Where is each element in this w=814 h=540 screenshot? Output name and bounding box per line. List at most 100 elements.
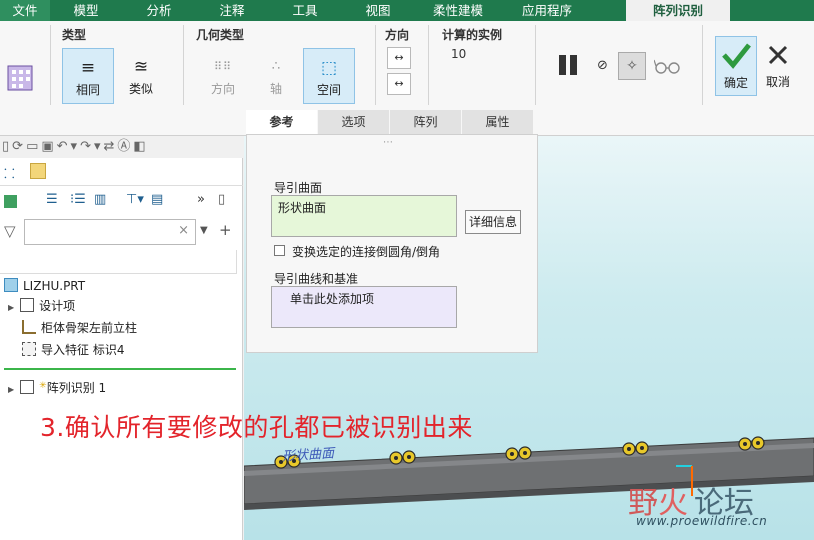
- menu-bar: 文件 模型 分析 注释 工具 视图 柔性建模 应用程序 阵列识别: [0, 0, 814, 21]
- regenerate-icon[interactable]: ⟳: [12, 139, 26, 154]
- tree-table-icon[interactable]: ▥: [94, 192, 106, 207]
- check-icon: [722, 43, 751, 69]
- ribbon-separator: [375, 25, 376, 105]
- panel-grip[interactable]: ⋯: [383, 137, 393, 148]
- menu-analysis[interactable]: 分析: [122, 0, 196, 21]
- expand-icon[interactable]: ▶: [8, 303, 14, 312]
- annotation-icon[interactable]: Ⓐ: [117, 139, 133, 154]
- guide-curves-label: 导引曲线和基准: [274, 272, 359, 286]
- menu-flexible-modeling[interactable]: 柔性建模: [414, 0, 502, 21]
- tree-root[interactable]: LIZHU.PRT: [4, 276, 85, 296]
- tutorial-caption: 3.确认所有要修改的孔都已被识别出来: [40, 413, 473, 442]
- watermark-url: www.proewildfire.cn: [636, 514, 768, 528]
- tree-search-input[interactable]: ×: [24, 219, 196, 245]
- design-items-icon: [20, 298, 35, 312]
- no-preview-icon[interactable]: ⊘: [597, 58, 608, 73]
- search-dropdown-icon[interactable]: ▼: [200, 225, 208, 236]
- transform-rounds-checkbox[interactable]: [274, 245, 285, 256]
- switch-icon[interactable]: ⇄: [104, 139, 118, 154]
- menu-tools[interactable]: 工具: [268, 0, 342, 21]
- ribbon-separator: [183, 25, 184, 105]
- tree-settings-icon[interactable]: ▤: [151, 192, 163, 207]
- confirm-button[interactable]: 确定: [715, 36, 757, 96]
- menu-applications[interactable]: 应用程序: [502, 0, 592, 21]
- geometry-preview-icon[interactable]: ✧: [618, 52, 646, 80]
- calc-instances-label: 计算的实例: [442, 28, 503, 42]
- guide-curves-collector[interactable]: 单击此处添加项: [271, 286, 457, 328]
- transform-rounds-label: 变换选定的连接倒圆角/倒角: [292, 245, 441, 259]
- folder-browser-tab-icon[interactable]: [30, 163, 46, 179]
- type-group-label: 类型: [62, 28, 87, 42]
- details-button[interactable]: 详细信息: [465, 210, 521, 234]
- surface-label: 形状曲面: [281, 446, 335, 465]
- tree-filter-icon[interactable]: ⊤▾: [126, 192, 144, 207]
- geometry-axis-button[interactable]: ∴ 轴: [250, 48, 302, 104]
- direction-group-label: 方向: [385, 28, 410, 42]
- save-icon[interactable]: ▣: [41, 139, 56, 154]
- tab-pattern[interactable]: 阵列: [390, 110, 462, 134]
- tab-properties[interactable]: 属性: [462, 110, 534, 134]
- axis-pattern-icon: ∴: [271, 59, 281, 74]
- panel-divider: [0, 250, 237, 274]
- type-similar-button[interactable]: ≊ 类似: [115, 48, 167, 104]
- guide-surface-collector[interactable]: 形状曲面: [271, 195, 457, 237]
- pause-icon[interactable]: [557, 54, 581, 76]
- menu-view[interactable]: 视图: [342, 0, 414, 21]
- menu-pattern-recognition[interactable]: 阵列识别: [626, 0, 730, 21]
- coordinate-system-icon: [22, 320, 36, 334]
- tree-columns-icon[interactable]: ⁝☰: [70, 192, 86, 207]
- menu-spacer: [592, 0, 626, 21]
- references-panel: ⋯ 导引曲面 形状曲面 详细信息 变换选定的连接倒圆角/倒角 导引曲线和基准 单…: [246, 134, 538, 353]
- add-icon[interactable]: +: [219, 221, 232, 239]
- menu-file[interactable]: 文件: [0, 0, 50, 21]
- import-feature-icon: [22, 342, 36, 356]
- direction-grid-icon: ⠿⠿: [213, 60, 233, 73]
- new-icon[interactable]: ▯: [2, 139, 12, 154]
- ribbon-separator: [50, 25, 51, 105]
- identical-icon: ≡: [80, 58, 96, 78]
- expand-icon[interactable]: ▶: [8, 385, 14, 394]
- undo-icon[interactable]: ↶▾: [57, 139, 80, 154]
- tree-list-icon[interactable]: ☰: [46, 192, 58, 207]
- ribbon-separator: [702, 25, 703, 105]
- display-icon[interactable]: ◧: [133, 139, 148, 154]
- ribbon-separator: [535, 25, 536, 105]
- tab-options[interactable]: 选项: [318, 110, 390, 134]
- verify-glasses-icon[interactable]: [653, 57, 682, 75]
- space-icon: ⬚: [320, 58, 338, 78]
- tree-item-import-feature[interactable]: 导入特征 标识4: [22, 340, 124, 360]
- menu-model[interactable]: 模型: [50, 0, 122, 21]
- clear-icon[interactable]: ×: [178, 223, 189, 238]
- more-icon[interactable]: »: [197, 192, 205, 207]
- quick-access-toolbar: ▯⟳▭▣↶▾↷▾⇄Ⓐ◧: [0, 136, 246, 158]
- guide-surface-label: 导引曲面: [274, 181, 323, 195]
- tab-references[interactable]: 参考: [246, 110, 318, 134]
- geometry-group-label: 几何类型: [196, 28, 245, 42]
- insert-indicator[interactable]: [4, 368, 236, 370]
- calc-instances-value: 10: [451, 47, 467, 61]
- geometry-direction-button[interactable]: ⠿⠿ 方向: [197, 48, 249, 104]
- tree-item-skeleton-column[interactable]: 柜体骨架左前立柱: [22, 318, 137, 338]
- direction-flip-2-button[interactable]: ↔: [387, 73, 411, 95]
- pattern-recognition-icon: [5, 61, 37, 93]
- tree-doc-icon[interactable]: ▯: [218, 192, 225, 207]
- tree-item-pattern-recognition[interactable]: ▶ ✳阵列识别 1: [8, 376, 106, 396]
- direction-flip-1-button[interactable]: ↔: [387, 47, 411, 69]
- new-star-icon: ✳: [39, 381, 47, 391]
- menu-annotate[interactable]: 注释: [196, 0, 268, 21]
- panel-tabs: ⸬: [0, 160, 243, 186]
- tree-item-design-items[interactable]: ▶ 设计项: [8, 296, 75, 316]
- dashboard-tabs: 参考 选项 阵列 属性: [246, 110, 534, 134]
- model-tree-tab-icon[interactable]: ⸬: [4, 164, 15, 182]
- open-icon[interactable]: ▭: [26, 139, 41, 154]
- geometry-space-button[interactable]: ⬚ 空间: [303, 48, 355, 104]
- redo-icon[interactable]: ↷▾: [80, 139, 103, 154]
- model-tree-toolbar: ☰ ⁝☰ ▥ ⊤▾ ▤ » ▯: [0, 190, 243, 214]
- cancel-button[interactable]: 取消: [760, 36, 796, 96]
- model-tree-panel: ⸬ ☰ ⁝☰ ▥ ⊤▾ ▤ » ▯ ▽ × ▼ + LIZHU.PRT ▶ 设计项…: [0, 158, 243, 540]
- ribbon-separator: [428, 25, 429, 105]
- type-identical-button[interactable]: ≡ 相同: [62, 48, 114, 104]
- model-cube-icon[interactable]: [4, 195, 17, 208]
- filter-icon: ▽: [4, 222, 16, 240]
- pattern-icon: [20, 380, 35, 394]
